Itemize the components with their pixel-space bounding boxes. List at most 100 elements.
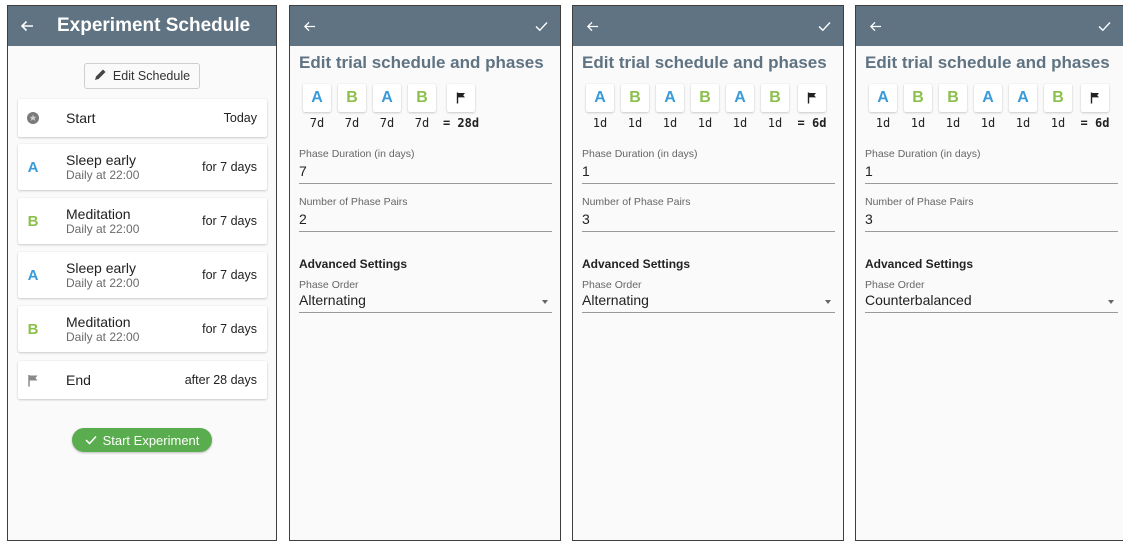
phase-letter: A xyxy=(869,84,897,112)
phase-chip: A 1d xyxy=(1008,84,1038,130)
item-subtitle: Daily at 22:00 xyxy=(66,330,140,344)
phase-letter: B xyxy=(27,320,39,338)
phase-duration: 1d xyxy=(627,116,643,130)
phase-letter: A xyxy=(27,266,39,284)
phase-chip: B 1d xyxy=(1043,84,1073,130)
save-check-icon[interactable] xyxy=(1095,17,1113,35)
phase-duration: 1d xyxy=(980,116,996,130)
start-experiment-button[interactable]: Start Experiment xyxy=(72,428,212,452)
phase-chip: A 7d xyxy=(302,84,332,130)
item-subtitle: Daily at 22:00 xyxy=(66,222,140,236)
item-title: Meditation xyxy=(66,314,131,330)
phase-duration: 1d xyxy=(592,116,608,130)
phase-total: = 6d xyxy=(795,84,829,130)
total-duration: = 6d xyxy=(797,116,827,130)
start-icon xyxy=(18,111,48,125)
field-label: Number of Phase Pairs xyxy=(299,196,408,208)
field-value[interactable]: 7 xyxy=(299,162,552,183)
phase-pairs-field[interactable]: Number of Phase Pairs 3 xyxy=(865,196,1118,232)
edit-schedule-button[interactable]: Edit Schedule xyxy=(84,63,200,89)
field-label: Phase Duration (in days) xyxy=(865,148,981,160)
phase-duration: 1d xyxy=(875,116,891,130)
phase-letter: B xyxy=(338,84,366,112)
field-value[interactable]: 1 xyxy=(865,162,1118,183)
item-duration: for 7 days xyxy=(202,214,257,228)
save-check-icon[interactable] xyxy=(532,17,550,35)
phase-duration: 1d xyxy=(1015,116,1031,130)
phase-pairs-field[interactable]: Number of Phase Pairs 2 xyxy=(299,196,552,232)
phase-duration: 1d xyxy=(697,116,713,130)
schedule-screen: Experiment Schedule Edit Schedule Start … xyxy=(7,5,277,541)
item-duration: for 7 days xyxy=(202,268,257,282)
schedule-item-b[interactable]: B Meditation Daily at 22:00 for 7 days xyxy=(18,306,267,352)
item-duration: for 7 days xyxy=(202,322,257,336)
flag-icon xyxy=(1081,84,1109,112)
phase-duration: 7d xyxy=(414,116,430,130)
schedule-item-start[interactable]: Start Today xyxy=(18,99,267,137)
schedule-item-b[interactable]: B Meditation Daily at 22:00 for 7 days xyxy=(18,198,267,244)
phase-chip: B 1d xyxy=(760,84,790,130)
page-title: Edit trial schedule and phases xyxy=(865,53,1110,72)
phase-chip: A 7d xyxy=(372,84,402,130)
field-label: Phase Order xyxy=(865,279,925,291)
field-value[interactable]: 1 xyxy=(582,162,835,183)
phase-order-select[interactable]: Phase Order Counterbalanced xyxy=(865,279,1118,313)
phase-chip: B 1d xyxy=(620,84,650,130)
field-label: Phase Duration (in days) xyxy=(299,148,415,160)
schedule-item-a[interactable]: A Sleep early Daily at 22:00 for 7 days xyxy=(18,144,267,190)
check-icon xyxy=(85,433,97,448)
dropdown-arrow-icon xyxy=(1108,299,1114,304)
back-arrow-icon[interactable] xyxy=(866,17,884,35)
back-arrow-icon[interactable] xyxy=(18,17,36,35)
phase-letter: A xyxy=(974,84,1002,112)
advanced-settings-heading: Advanced Settings xyxy=(299,257,408,271)
phase-duration-field[interactable]: Phase Duration (in days) 1 xyxy=(865,148,1118,184)
phase-chip: B 1d xyxy=(690,84,720,130)
item-title: End xyxy=(66,372,91,388)
phase-chip: B 1d xyxy=(938,84,968,130)
phase-duration-field[interactable]: Phase Duration (in days) 1 xyxy=(582,148,835,184)
phase-preview: A 1d B 1d B 1d A 1d A 1d B 1d = 6d xyxy=(868,84,1112,130)
phase-letter: B xyxy=(761,84,789,112)
phase-preview: A 1d B 1d A 1d B 1d A 1d B 1d = 6d xyxy=(585,84,829,130)
phase-total: = 6d xyxy=(1078,84,1112,130)
back-arrow-icon[interactable] xyxy=(583,17,601,35)
flag-icon xyxy=(18,374,48,387)
page-title: Edit trial schedule and phases xyxy=(582,53,827,72)
select-value: Alternating xyxy=(299,292,366,308)
save-check-icon[interactable] xyxy=(815,17,833,35)
phase-letter: A xyxy=(373,84,401,112)
phase-letter: B xyxy=(27,212,39,230)
phase-order-select[interactable]: Phase Order Alternating xyxy=(299,279,552,313)
phase-chip: A 1d xyxy=(725,84,755,130)
pencil-icon xyxy=(94,68,107,84)
advanced-settings-heading: Advanced Settings xyxy=(865,257,974,271)
app-bar xyxy=(290,6,560,46)
schedule-item-end[interactable]: End after 28 days xyxy=(18,361,267,399)
back-arrow-icon[interactable] xyxy=(300,17,318,35)
phase-duration-field[interactable]: Phase Duration (in days) 7 xyxy=(299,148,552,184)
phase-chip: A 1d xyxy=(868,84,898,130)
flag-icon xyxy=(447,84,475,112)
field-label: Phase Duration (in days) xyxy=(582,148,698,160)
edit-schedule-label: Edit Schedule xyxy=(112,69,191,83)
field-label: Number of Phase Pairs xyxy=(865,196,974,208)
phase-letter: B xyxy=(621,84,649,112)
field-value[interactable]: 3 xyxy=(865,210,1118,231)
phase-letter: A xyxy=(27,158,39,176)
phase-order-select[interactable]: Phase Order Alternating xyxy=(582,279,835,313)
phase-chip: B 7d xyxy=(407,84,437,130)
advanced-settings-heading: Advanced Settings xyxy=(582,257,691,271)
schedule-item-a[interactable]: A Sleep early Daily at 22:00 for 7 days xyxy=(18,252,267,298)
item-duration: Today xyxy=(223,111,257,125)
field-value[interactable]: 2 xyxy=(299,210,552,231)
field-value[interactable]: 3 xyxy=(582,210,835,231)
phase-pairs-field[interactable]: Number of Phase Pairs 3 xyxy=(582,196,835,232)
select-value: Counterbalanced xyxy=(865,292,972,308)
phase-chip: B 7d xyxy=(337,84,367,130)
phase-duration: 1d xyxy=(767,116,783,130)
flag-icon xyxy=(798,84,826,112)
phase-preview: A 7d B 7d A 7d B 7d = 28d xyxy=(302,84,480,130)
item-duration: after 28 days xyxy=(184,373,257,387)
app-bar xyxy=(856,6,1123,46)
